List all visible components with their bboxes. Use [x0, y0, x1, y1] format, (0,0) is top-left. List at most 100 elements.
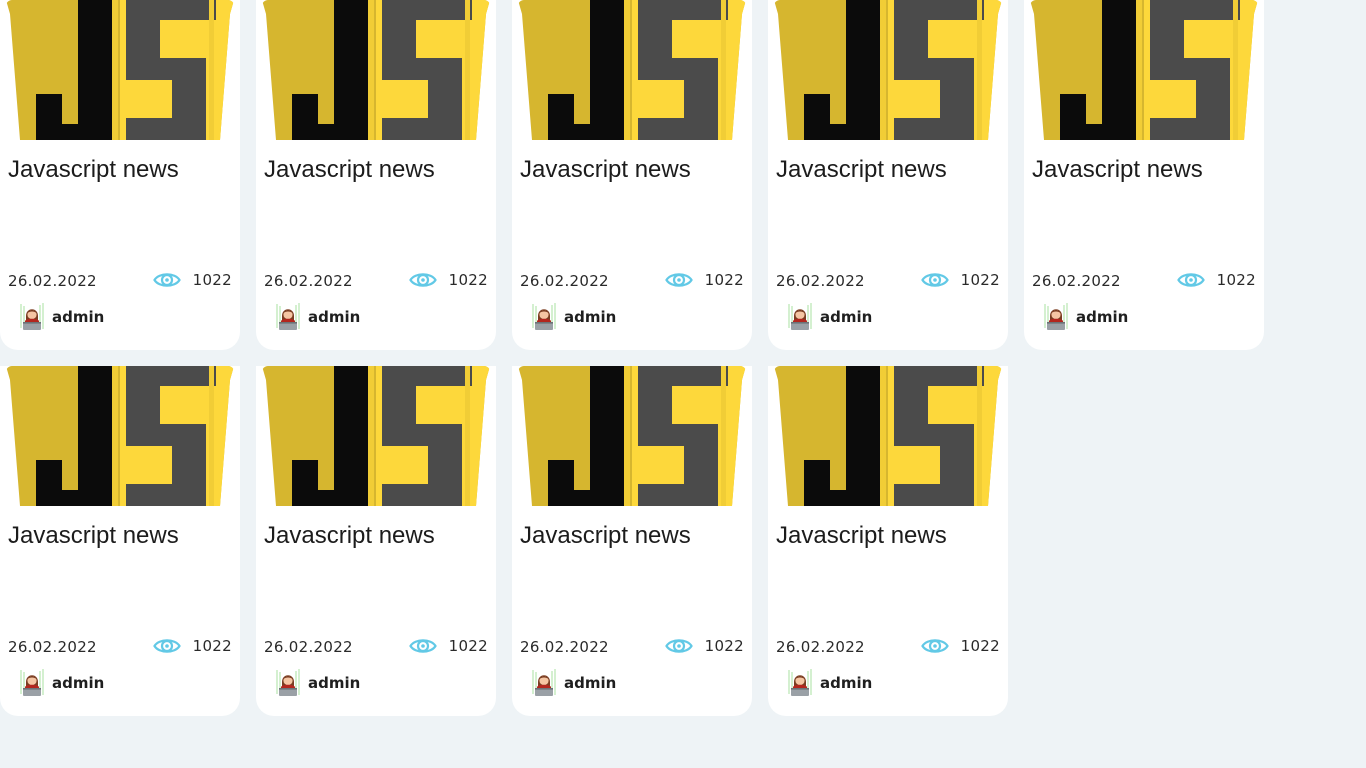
author[interactable]: admin [274, 302, 360, 332]
eye-icon [920, 269, 949, 291]
js-logo-icon [1030, 0, 1258, 140]
js-logo-icon [6, 0, 234, 140]
news-card-4[interactable]: Javascript news 26.02.2022 1022 admin [768, 0, 1008, 350]
author-name[interactable]: admin [564, 308, 616, 326]
views-counter: 1022 [408, 635, 488, 657]
avatar [18, 668, 46, 698]
avatar [786, 668, 814, 698]
views-count: 1022 [448, 271, 488, 289]
news-title[interactable]: Javascript news [264, 156, 435, 184]
eye-icon [1176, 269, 1205, 291]
news-date: 26.02.2022 [264, 638, 353, 656]
author[interactable]: admin [1042, 302, 1128, 332]
author-name[interactable]: admin [820, 674, 872, 692]
news-card-3[interactable]: Javascript news 26.02.2022 1022 admin [512, 0, 752, 350]
avatar [274, 668, 302, 698]
views-count: 1022 [448, 637, 488, 655]
views-counter: 1022 [664, 269, 744, 291]
news-card-9[interactable]: Javascript news 26.02.2022 1022 admin [768, 366, 1008, 716]
js-logo-image[interactable] [518, 366, 746, 506]
views-count: 1022 [192, 637, 232, 655]
news-date: 26.02.2022 [264, 272, 353, 290]
news-card-5[interactable]: Javascript news 26.02.2022 1022 admin [1024, 0, 1264, 350]
js-logo-icon [774, 0, 1002, 140]
avatar [530, 668, 558, 698]
author[interactable]: admin [18, 668, 104, 698]
news-title[interactable]: Javascript news [776, 522, 947, 550]
author[interactable]: admin [786, 302, 872, 332]
news-date: 26.02.2022 [520, 272, 609, 290]
avatar [786, 302, 814, 332]
views-counter: 1022 [408, 269, 488, 291]
js-logo-image[interactable] [6, 366, 234, 506]
avatar [18, 302, 46, 332]
js-logo-icon [518, 0, 746, 140]
views-count: 1022 [704, 271, 744, 289]
author-name[interactable]: admin [820, 308, 872, 326]
news-title[interactable]: Javascript news [264, 522, 435, 550]
views-count: 1022 [192, 271, 232, 289]
js-logo-image[interactable] [774, 366, 1002, 506]
js-logo-image[interactable] [262, 0, 490, 140]
js-logo-icon [6, 366, 234, 506]
news-card-8[interactable]: Javascript news 26.02.2022 1022 admin [512, 366, 752, 716]
eye-icon [152, 269, 181, 291]
news-date: 26.02.2022 [776, 272, 865, 290]
author[interactable]: admin [530, 302, 616, 332]
news-date: 26.02.2022 [8, 638, 97, 656]
eye-icon [920, 635, 949, 657]
news-title[interactable]: Javascript news [8, 156, 179, 184]
views-counter: 1022 [152, 635, 232, 657]
author-name[interactable]: admin [564, 674, 616, 692]
eye-icon [408, 635, 437, 657]
views-count: 1022 [960, 637, 1000, 655]
news-card-2[interactable]: Javascript news 26.02.2022 1022 admin [256, 0, 496, 350]
eye-icon [664, 269, 693, 291]
author-name[interactable]: admin [52, 308, 104, 326]
views-count: 1022 [1216, 271, 1256, 289]
news-date: 26.02.2022 [8, 272, 97, 290]
news-card-7[interactable]: Javascript news 26.02.2022 1022 admin [256, 366, 496, 716]
js-logo-icon [774, 366, 1002, 506]
author-name[interactable]: admin [308, 308, 360, 326]
js-logo-image[interactable] [518, 0, 746, 140]
views-counter: 1022 [1176, 269, 1256, 291]
views-counter: 1022 [920, 635, 1000, 657]
news-title[interactable]: Javascript news [520, 522, 691, 550]
author-name[interactable]: admin [1076, 308, 1128, 326]
js-logo-icon [518, 366, 746, 506]
news-title[interactable]: Javascript news [776, 156, 947, 184]
js-logo-image[interactable] [774, 0, 1002, 140]
news-title[interactable]: Javascript news [1032, 156, 1203, 184]
author[interactable]: admin [786, 668, 872, 698]
author-name[interactable]: admin [308, 674, 360, 692]
news-date: 26.02.2022 [776, 638, 865, 656]
views-counter: 1022 [152, 269, 232, 291]
views-counter: 1022 [664, 635, 744, 657]
author[interactable]: admin [530, 668, 616, 698]
views-counter: 1022 [920, 269, 1000, 291]
eye-icon [408, 269, 437, 291]
news-date: 26.02.2022 [1032, 272, 1121, 290]
views-count: 1022 [704, 637, 744, 655]
news-title[interactable]: Javascript news [8, 522, 179, 550]
js-logo-image[interactable] [6, 0, 234, 140]
news-card-1[interactable]: Javascript news 26.02.2022 1022 admin [0, 0, 240, 350]
avatar [274, 302, 302, 332]
eye-icon [664, 635, 693, 657]
author[interactable]: admin [274, 668, 360, 698]
author[interactable]: admin [18, 302, 104, 332]
news-date: 26.02.2022 [520, 638, 609, 656]
js-logo-icon [262, 0, 490, 140]
js-logo-image[interactable] [262, 366, 490, 506]
news-card-6[interactable]: Javascript news 26.02.2022 1022 admin [0, 366, 240, 716]
eye-icon [152, 635, 181, 657]
news-title[interactable]: Javascript news [520, 156, 691, 184]
js-logo-icon [262, 366, 490, 506]
views-count: 1022 [960, 271, 1000, 289]
avatar [530, 302, 558, 332]
news-grid: Javascript news 26.02.2022 1022 admin Ja… [0, 0, 1366, 768]
author-name[interactable]: admin [52, 674, 104, 692]
avatar [1042, 302, 1070, 332]
js-logo-image[interactable] [1030, 0, 1258, 140]
